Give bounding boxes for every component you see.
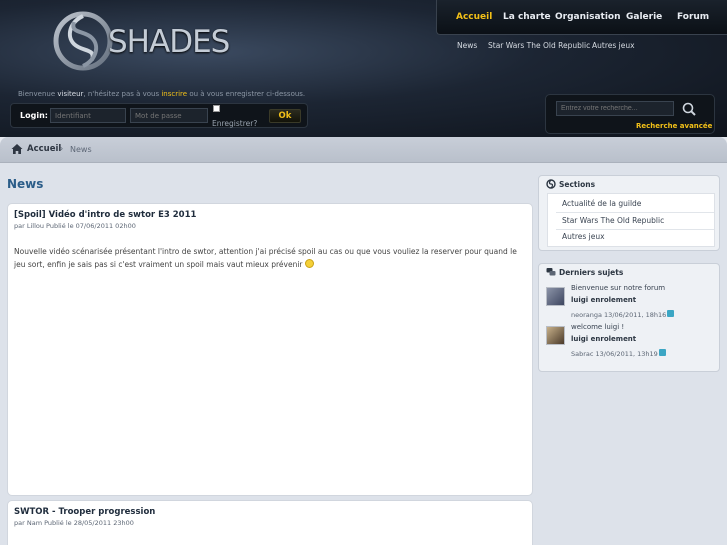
password-input[interactable] <box>130 108 208 123</box>
sections-list: Actualité de la guilde Star Wars The Old… <box>547 193 715 247</box>
nav-forum[interactable]: Forum <box>677 12 709 22</box>
topic-list: Bienvenue sur notre forum luigi enroleme… <box>546 284 716 370</box>
advanced-search-link[interactable]: Recherche avancée <box>636 122 712 130</box>
breadcrumb: Accueil › News <box>0 137 727 163</box>
search-icon[interactable] <box>681 101 697 117</box>
breadcrumb-current: News <box>70 145 92 154</box>
shades-logo-icon <box>546 179 556 189</box>
welcome-message: Bienvenue visiteur, n'hésitez pas à vous… <box>18 90 306 98</box>
logo-emblem-icon <box>53 11 113 71</box>
article-meta: par Lillou Publié le 07/06/2011 02h00 <box>14 222 136 230</box>
subnav-news[interactable]: News <box>457 41 477 50</box>
remember-checkbox[interactable] <box>213 105 220 112</box>
sections-header: Sections <box>539 176 719 192</box>
divider <box>556 212 714 213</box>
register-link[interactable]: inscrire <box>161 90 187 98</box>
search-input[interactable] <box>556 101 674 116</box>
username-input[interactable] <box>50 108 126 123</box>
nav-la-charte[interactable]: La charte <box>503 12 551 22</box>
search-box: Recherche avancée <box>545 94 715 134</box>
divider <box>556 229 714 230</box>
home-icon[interactable] <box>11 143 23 155</box>
site-header: SHADES Accueil La charte Organisation Ga… <box>0 0 727 137</box>
breadcrumb-home[interactable]: Accueil <box>27 144 61 154</box>
site-logo[interactable]: SHADES <box>52 10 230 72</box>
recent-topics-header: Derniers sujets <box>539 264 719 280</box>
recent-topics-title: Derniers sujets <box>559 268 624 277</box>
article-card: [Spoil] Vidéo d'intro de swtor E3 2011 p… <box>7 203 533 496</box>
sections-title: Sections <box>559 180 596 189</box>
login-form: Login: Enregistrer? Ok <box>10 103 308 128</box>
breadcrumb-separator-icon: › <box>60 144 64 153</box>
article-title[interactable]: [Spoil] Vidéo d'intro de swtor E3 2011 <box>14 210 196 220</box>
visitor-label: visiteur <box>57 90 84 98</box>
topic-meta: neoranga 13/06/2011, 18h16 <box>571 310 675 319</box>
subnav-swtor[interactable]: Star Wars The Old Republic <box>488 41 590 50</box>
nav-galerie[interactable]: Galerie <box>626 12 662 22</box>
topic-author[interactable]: luigi enrolement <box>571 296 636 304</box>
article-meta: par Nam Publié le 28/05/2011 23h00 <box>14 519 134 527</box>
avatar[interactable] <box>546 287 565 306</box>
subnav-autres-jeux[interactable]: Autres jeux <box>592 41 635 50</box>
section-item-guild-news[interactable]: Actualité de la guilde <box>562 199 641 208</box>
nav-organisation[interactable]: Organisation <box>555 12 621 22</box>
login-label: Login: <box>20 111 48 120</box>
goto-post-icon[interactable] <box>667 310 675 317</box>
article-card: SWTOR - Trooper progression par Nam Publ… <box>7 500 533 545</box>
topic-item: Bienvenue sur notre forum luigi enroleme… <box>546 284 716 322</box>
chat-icon <box>546 268 556 276</box>
article-title[interactable]: SWTOR - Trooper progression <box>14 507 155 517</box>
main-nav: Accueil La charte Organisation Galerie F… <box>436 0 727 35</box>
topic-title[interactable]: Bienvenue sur notre forum <box>571 284 665 292</box>
nav-accueil[interactable]: Accueil <box>456 12 492 22</box>
topic-author[interactable]: luigi enrolement <box>571 335 636 343</box>
smiley-icon <box>304 259 314 268</box>
topic-title[interactable]: welcome luigi ! <box>571 323 624 331</box>
section-item-swtor[interactable]: Star Wars The Old Republic <box>562 216 664 225</box>
topic-meta: Sabrac 13/06/2011, 13h19 <box>571 349 666 358</box>
sections-panel: Sections Actualité de la guilde Star War… <box>538 175 720 251</box>
brand-name: SHADES <box>108 24 230 60</box>
page-title: News <box>7 177 44 191</box>
topic-item: welcome luigi ! luigi enrolement Sabrac … <box>546 323 716 361</box>
avatar[interactable] <box>546 326 565 345</box>
remember-label: Enregistrer? <box>212 119 258 128</box>
login-submit-button[interactable]: Ok <box>269 109 301 123</box>
article-body: Nouvelle vidéo scénarisée présentant l'i… <box>14 247 517 269</box>
goto-post-icon[interactable] <box>658 349 666 356</box>
section-item-other-games[interactable]: Autres jeux <box>562 232 605 241</box>
main-content: Accueil › News News [Spoil] Vidéo d'intr… <box>0 137 727 545</box>
recent-topics-panel: Derniers sujets Bienvenue sur notre foru… <box>538 263 720 372</box>
